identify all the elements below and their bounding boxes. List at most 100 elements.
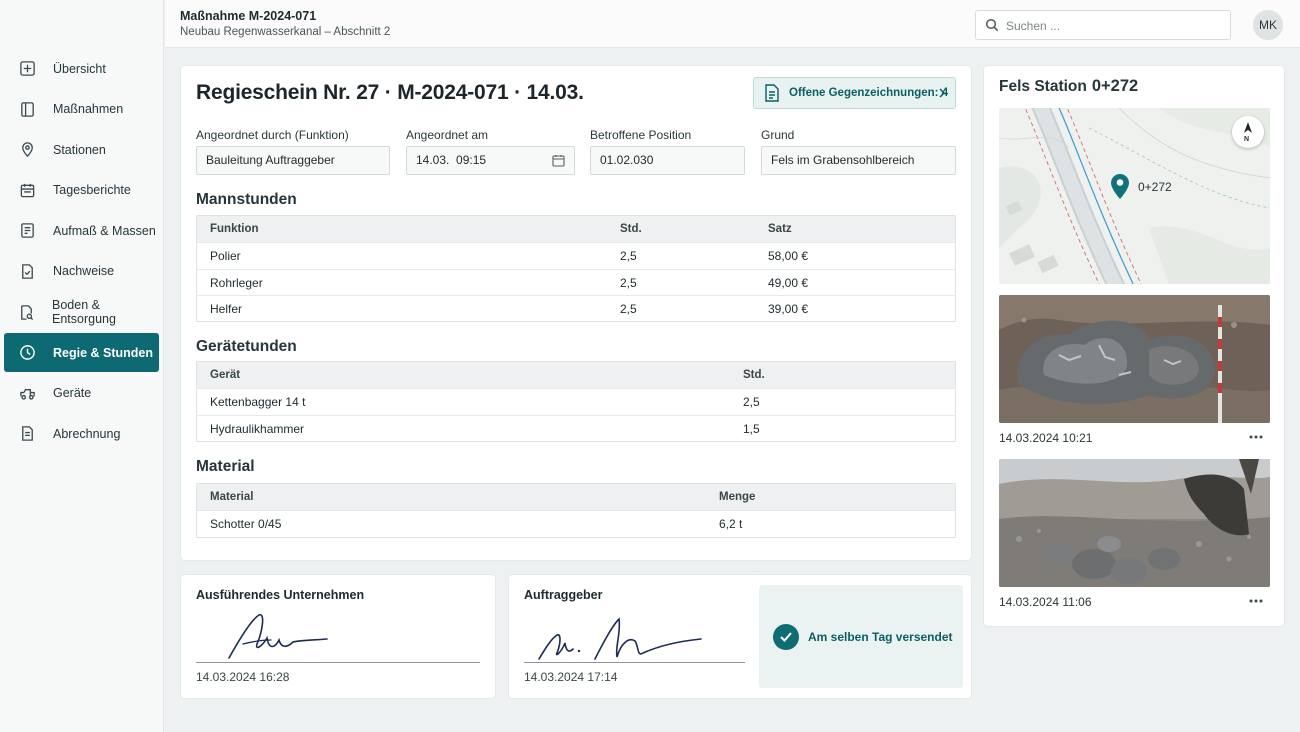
material-table: Material Menge Schotter 0/45 6,2 t [196,483,956,538]
ordered-at-label: Angeordnet am [406,128,489,142]
table-cell: Kettenbagger 14 t [210,395,306,410]
sidebar-item-geraete[interactable]: Geräte [4,374,159,413]
sidebar-item-boden[interactable]: Boden & Entsorgung [4,293,159,332]
column-header: Satz [768,223,792,235]
avatar[interactable]: MK [1253,10,1283,40]
sidebar-item-label: Nachweise [53,264,115,279]
compass-button[interactable]: N [1232,116,1264,148]
regieschein-card: Regieschein Nr. 27 · M-2024-071 · 14.03.… [181,66,971,560]
sent-status-label: Am selben Tag versendet [808,629,953,644]
sidebar-item-massnahmen[interactable]: Maßnahmen [4,90,159,129]
search-input[interactable] [1006,17,1216,35]
table-cell: 39,00 € [768,301,809,316]
equipment-table: Gerät Std. Kettenbagger 14 t 2,5 Hydraul… [196,361,956,442]
table-cell: 1,5 [743,421,760,436]
position-field[interactable]: 01.02.030 [590,146,745,175]
reason-label: Grund [761,128,795,142]
table-cell: 2,5 [620,249,637,264]
soil-search-icon [18,303,35,321]
calendar-icon [18,181,36,199]
table-cell: 6,2 t [719,517,743,532]
sidebar-item-abrechnung[interactable]: Abrechnung [4,414,159,453]
document-icon [765,84,779,102]
ordered-at-field[interactable]: 14.03. 09:15 [406,146,575,175]
table-cell: 2,5 [620,275,637,290]
sidebar: Übersicht Maßnahmen Stationen Tagesberic… [0,0,164,732]
contractor-signature [228,614,328,659]
table-row: Kettenbagger 14 t 2,5 [197,388,955,414]
table-cell: Hydraulikhammer [210,421,305,436]
sidebar-item-aufmass[interactable]: Aufmaß & Massen [4,211,159,250]
sidebar-item-label: Regie & Stunden [53,345,154,360]
contractor-signature-date: 14.03.2024 16:28 [196,670,290,684]
north-arrow-icon [1244,122,1252,133]
table-header: Funktion Std. Satz [197,216,955,243]
search-box[interactable] [975,10,1231,40]
pending-countersignatures-label: Offene Gegenzeichnungen: 4 [789,87,949,99]
sidebar-nav: Übersicht Maßnahmen Stationen Tagesberic… [0,48,164,455]
table-cell: Schotter 0/45 [210,517,282,532]
table-row: Helfer 2,5 39,00 € [197,294,955,321]
client-signature [538,617,702,660]
top-header: Maßnahme M-2024-071 Neubau Regenwasserka… [165,0,1300,48]
column-header: Std. [620,223,642,235]
table-cell: Helfer [210,301,243,316]
calendar-icon[interactable] [552,154,565,167]
overview-icon [18,60,36,78]
contractor-signature-card: Ausführendes Unternehmen 14.03.2024 16:2… [181,575,495,698]
table-cell: 2,5 [620,301,637,316]
photo-rock-2[interactable] [999,459,1270,587]
station-title: Fels Station 0+272 [999,77,1138,96]
more-options-icon[interactable] [1248,434,1264,440]
sidebar-item-nachweise[interactable]: Nachweise [4,252,159,291]
column-header: Menge [719,491,756,503]
sidebar-item-label: Tagesberichte [53,183,131,198]
ordered-by-field[interactable]: Bauleitung Auftraggeber [196,146,390,175]
sidebar-item-label: Stationen [53,142,106,157]
sidebar-item-label: Boden & Entsorgung [52,298,116,327]
sidebar-item-stationen[interactable]: Stationen [4,130,159,169]
pending-countersignatures-button[interactable]: Offene Gegenzeichnungen: 4 [753,77,956,109]
table-cell: 58,00 € [768,249,809,264]
sidebar-item-tagesberichte[interactable]: Tagesberichte [4,171,159,210]
contractor-signature-title: Ausführendes Unternehmen [196,588,365,602]
table-row: Hydraulikhammer 1,5 [197,414,955,441]
sidebar-item-label: Maßnahmen [53,102,124,117]
excavation-photo-image [999,459,1270,587]
sidebar-item-regie[interactable]: Regie & Stunden [4,333,159,373]
compass-label: N [1244,136,1250,143]
signature-line [524,662,745,663]
table-cell: Polier [210,249,241,264]
signature-line [196,662,480,663]
invoice-icon [18,425,36,443]
checklist-icon [18,222,36,240]
map-graphic [999,108,1270,284]
search-icon [985,18,999,32]
sidebar-item-uebersicht[interactable]: Übersicht [4,49,159,88]
table-cell: 2,5 [743,395,760,410]
sidebar-item-label: Übersicht [53,61,106,76]
more-options-icon[interactable] [1248,598,1264,604]
station-number: 0+272 [1091,77,1139,95]
table-header: Gerät Std. [197,362,955,389]
client-signature-card: Auftraggeber 14.03.2024 17:14 Am selben … [509,575,971,698]
position-label: Betroffene Position [590,128,692,142]
measures-icon [18,100,36,118]
column-header: Gerät [210,369,241,381]
station-card: Fels Station 0+272 0+272 N 14.03.2024 10… [984,66,1284,626]
reason-field[interactable]: Fels im Grabensohlbereich [761,146,956,175]
client-signature-title: Auftraggeber [524,588,603,602]
photo-date: 14.03.2024 10:21 [999,431,1093,445]
document-check-icon [18,262,36,280]
material-section-title: Material [196,458,255,475]
sidebar-item-label: Aufmaß & Massen [53,223,156,238]
photo-rock-1[interactable] [999,295,1270,423]
sidebar-item-label: Abrechnung [53,426,121,441]
column-header: Std. [743,369,765,381]
table-cell: Rohrleger [210,275,263,290]
ordered-by-label: Angeordnet durch (Funktion) [196,128,349,142]
chevron-right-icon [939,88,946,98]
station-map[interactable]: 0+272 N [999,108,1270,284]
map-marker-icon[interactable] [1109,172,1131,200]
check-circle-icon [773,623,799,650]
